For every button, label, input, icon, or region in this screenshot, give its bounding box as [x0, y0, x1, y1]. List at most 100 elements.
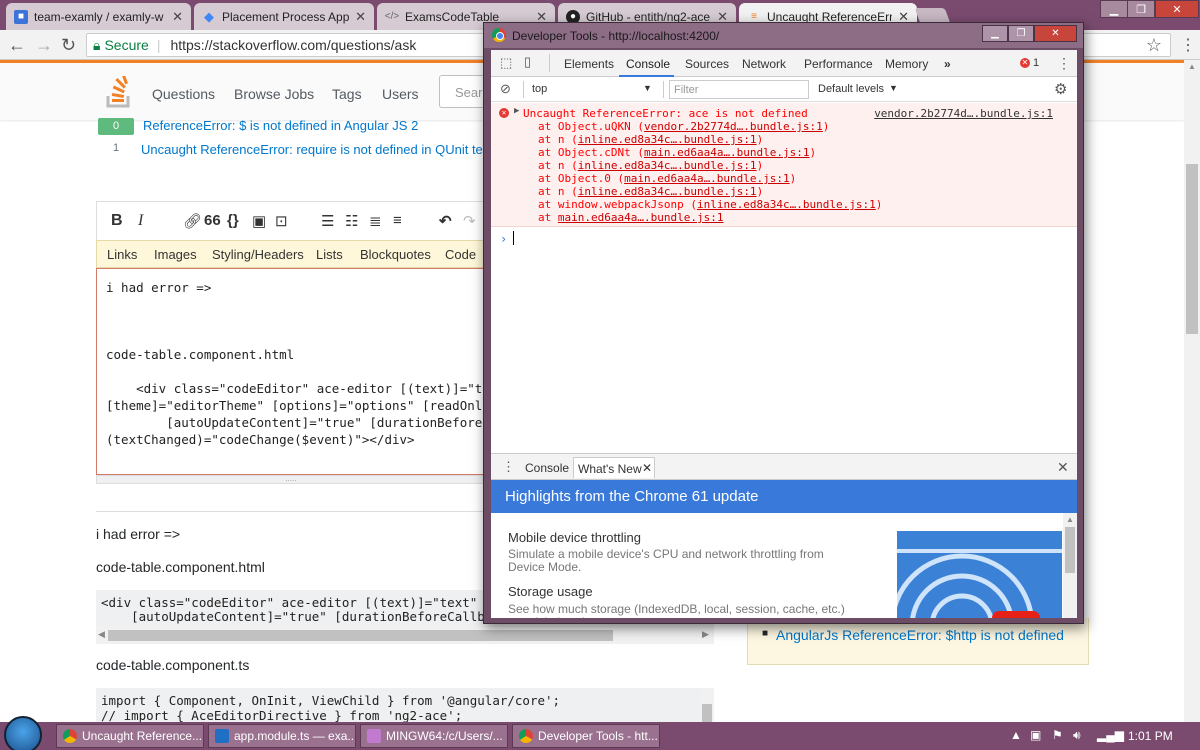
scrollbar-thumb[interactable] — [1065, 527, 1075, 573]
browser-tab[interactable]: ◆ Placement Process App - ✕ — [194, 3, 374, 30]
bulleted-list-icon[interactable]: ☷ — [345, 212, 358, 230]
more-tabs-button[interactable]: » — [944, 57, 951, 71]
scrollbar-thumb[interactable] — [108, 630, 613, 641]
browser-tab[interactable]: ■ team-examly / examly-w ✕ — [6, 3, 191, 30]
tab-memory[interactable]: Memory — [885, 57, 928, 71]
stack-frame-link[interactable]: inline.ed8a34c….bundle.js:1 — [697, 198, 876, 211]
related-question-link[interactable]: Uncaught ReferenceError: require is not … — [141, 142, 493, 157]
horizontal-rule-icon[interactable]: ≡ — [393, 212, 402, 229]
minimize-button[interactable]: ▁ — [1100, 0, 1128, 18]
maximize-button[interactable]: ❐ — [1127, 0, 1155, 18]
scrollbar-thumb[interactable] — [702, 704, 712, 722]
nav-jobs[interactable]: Browse Jobs — [234, 86, 314, 102]
taskbar-clock[interactable]: 1:01 PM — [1128, 729, 1173, 743]
stack-frame-link[interactable]: inline.ed8a34c….bundle.js:1 — [578, 159, 757, 172]
help-tab[interactable]: Lists — [316, 247, 343, 262]
tab-sources[interactable]: Sources — [685, 57, 729, 71]
redo-button[interactable]: ↷ — [463, 212, 476, 230]
drawer-tab-console[interactable]: Console — [525, 461, 569, 475]
whatsnew-item-heading[interactable]: Storage usage — [508, 584, 593, 599]
help-tab[interactable]: Code — [445, 247, 476, 262]
help-tab[interactable]: Images — [154, 247, 197, 262]
menu-icon[interactable]: ⋮ — [1180, 35, 1196, 55]
close-window-button[interactable]: ✕ — [1034, 25, 1077, 42]
windows-start-icon[interactable] — [4, 716, 42, 750]
scroll-up-icon[interactable]: ▲ — [1188, 62, 1196, 71]
reload-icon[interactable]: ↻ — [61, 36, 76, 54]
minimize-button[interactable]: ▁ — [982, 25, 1008, 42]
vertical-scrollbar[interactable] — [700, 690, 714, 722]
question-body-textarea[interactable]: i had error => code-table.component.html… — [96, 268, 486, 475]
close-icon[interactable]: ✕ — [642, 461, 652, 475]
stackoverflow-logo-icon[interactable] — [106, 76, 132, 108]
numbered-list-icon[interactable]: ☰ — [321, 212, 334, 230]
horizontal-scrollbar[interactable]: ◀ ▶ — [96, 627, 714, 644]
undo-button[interactable]: ↶ — [439, 212, 452, 230]
gear-icon[interactable]: ⚙ — [1054, 80, 1067, 98]
snippet-icon[interactable]: ⊡ — [275, 212, 288, 230]
chevron-down-icon[interactable]: ▼ — [643, 83, 652, 93]
heading-icon[interactable]: ≣ — [369, 212, 382, 230]
bold-button[interactable]: B — [111, 212, 123, 230]
close-icon[interactable]: ✕ — [355, 9, 366, 25]
whatsnew-item-heading[interactable]: Mobile device throttling — [508, 530, 641, 545]
close-drawer-icon[interactable]: ✕ — [1057, 459, 1069, 476]
taskbar-item[interactable]: app.module.ts — exa... — [208, 724, 356, 748]
filter-input[interactable]: Filter — [669, 80, 809, 99]
stack-frame-link[interactable]: main.ed6aa4a….bundle.js:1 — [624, 172, 790, 185]
console-error-message[interactable]: ✕ ▶ Uncaught ReferenceError: ace is not … — [491, 103, 1077, 227]
help-tab[interactable]: Blockquotes — [360, 247, 431, 262]
inspect-icon[interactable]: ⬚ — [500, 55, 512, 71]
help-tab[interactable]: Links — [107, 247, 137, 262]
tab-console[interactable]: Console — [626, 57, 670, 71]
video-thumbnail[interactable]: ▶ — [897, 531, 1062, 618]
maximize-button[interactable]: ❐ — [1008, 25, 1034, 42]
context-selector[interactable]: top — [532, 83, 547, 95]
stack-frame-link[interactable]: inline.ed8a34c….bundle.js:1 — [578, 133, 757, 146]
stack-frame-link[interactable]: main.ed6aa4a….bundle.js:1 — [644, 146, 810, 159]
nav-questions[interactable]: Questions — [152, 86, 215, 102]
related-question-link[interactable]: ReferenceError: $ is not defined in Angu… — [143, 118, 418, 133]
youtube-play-icon[interactable]: ▶ — [992, 611, 1040, 618]
devtools-titlebar[interactable]: Developer Tools - http://localhost:4200/… — [484, 23, 1083, 48]
nav-users[interactable]: Users — [382, 86, 419, 102]
scroll-right-icon[interactable]: ▶ — [702, 629, 709, 640]
page-scrollbar[interactable]: ▲ — [1184, 60, 1200, 722]
help-tab[interactable]: Styling/Headers — [212, 247, 304, 262]
error-source-link[interactable]: vendor.2b2774d….bundle.js:1 — [874, 107, 1053, 120]
taskbar-item[interactable]: MINGW64:/c/Users/... — [360, 724, 508, 748]
drawer-tab-whatsnew[interactable]: What's New ✕ — [573, 457, 655, 478]
text-caret[interactable] — [513, 231, 514, 245]
blockquote-button[interactable]: 66 — [204, 212, 221, 229]
expand-triangle-icon[interactable]: ▶ — [514, 106, 519, 116]
clear-console-icon[interactable]: ⊘ — [500, 81, 511, 97]
vertical-scrollbar[interactable]: ▲ ▼ — [1063, 513, 1077, 618]
nav-tags[interactable]: Tags — [332, 86, 362, 102]
close-icon[interactable]: ✕ — [172, 9, 183, 25]
taskbar-item[interactable]: Uncaught Reference... — [56, 724, 204, 748]
image-icon[interactable]: ▣ — [252, 212, 266, 230]
drawer-menu-icon[interactable]: ⋮ — [502, 459, 515, 475]
stack-frame-link[interactable]: inline.ed8a34c….bundle.js:1 — [578, 185, 757, 198]
star-icon[interactable]: ☆ — [1146, 35, 1162, 56]
network-icon[interactable]: ▂▄▆ — [1097, 728, 1124, 742]
stack-frame-link[interactable]: main.ed6aa4a….bundle.js:1 — [558, 211, 724, 224]
device-toggle-icon[interactable]: ▯ — [524, 54, 531, 70]
back-icon[interactable]: ← — [8, 36, 26, 54]
tab-elements[interactable]: Elements — [564, 57, 614, 71]
forward-icon[interactable]: → — [35, 36, 53, 54]
log-levels-select[interactable]: Default levels — [818, 83, 884, 95]
linked-question-link[interactable]: AngularJs ReferenceError: $http is not d… — [776, 627, 1064, 643]
stack-frame-link[interactable]: vendor.2b2774d….bundle.js:1 — [644, 120, 823, 133]
volume-icon[interactable]: 🔊︎ — [1073, 728, 1081, 743]
tab-network[interactable]: Network — [742, 57, 786, 71]
tray-expand-icon[interactable]: ▲ — [1010, 728, 1022, 742]
taskbar-item[interactable]: Developer Tools - htt... — [512, 724, 660, 748]
resize-grip[interactable]: ..... — [96, 475, 486, 484]
scrollbar-thumb[interactable] — [1186, 164, 1198, 334]
scroll-left-icon[interactable]: ◀ — [98, 629, 105, 640]
code-button[interactable]: {} — [227, 212, 239, 229]
tray-app-icon[interactable]: ▣ — [1030, 728, 1041, 742]
close-window-button[interactable]: ✕ — [1155, 0, 1199, 18]
tab-performance[interactable]: Performance — [804, 57, 873, 71]
